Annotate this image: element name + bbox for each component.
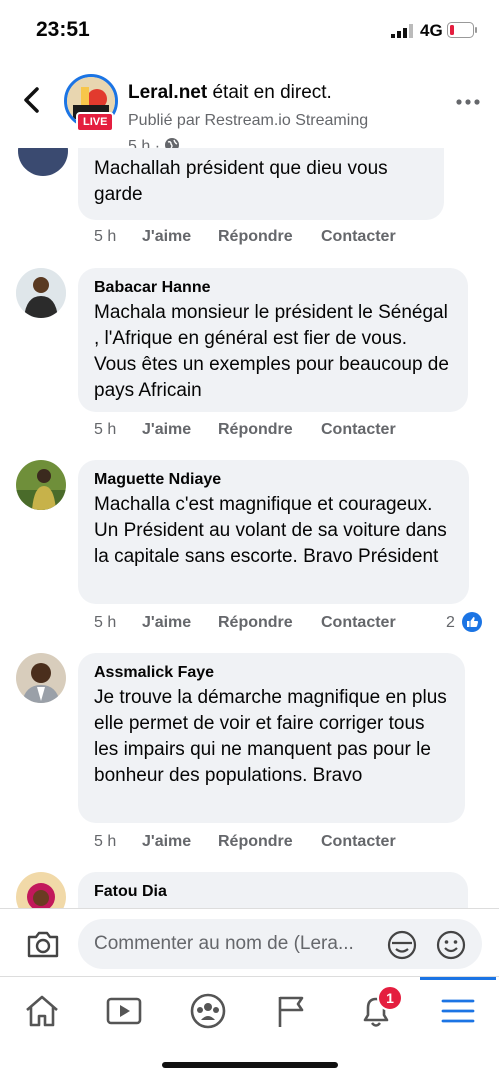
comment-avatar[interactable] xyxy=(16,872,66,908)
comment-bubble: Fatou Dia xyxy=(78,872,468,908)
title-suffix: était en direct. xyxy=(207,82,332,103)
post-title: Leral.net était en direct. xyxy=(128,82,332,104)
comment-bubble: Maguette Ndiaye Machalla c'est magnifiqu… xyxy=(78,460,469,604)
contact-button[interactable]: Contacter xyxy=(321,421,396,439)
like-button[interactable]: J'aime xyxy=(142,228,191,246)
like-reaction-icon xyxy=(462,612,482,632)
camera-icon[interactable] xyxy=(26,929,60,959)
like-button[interactable]: J'aime xyxy=(142,833,191,851)
person-photo-icon xyxy=(16,268,66,318)
status-bar: 23:51 4G xyxy=(0,0,499,62)
comment-time: 5 h xyxy=(94,614,117,631)
comment-author[interactable]: Assmalick Faye xyxy=(94,663,449,683)
network-type: 4G xyxy=(420,21,443,40)
person-photo-icon xyxy=(16,460,66,510)
page-name[interactable]: Leral.net xyxy=(128,82,207,103)
contact-button[interactable]: Contacter xyxy=(321,614,396,632)
contact-button[interactable]: Contacter xyxy=(321,833,396,851)
comment-avatar[interactable] xyxy=(18,148,68,176)
person-photo-icon xyxy=(16,653,66,703)
signal-icon xyxy=(391,24,413,38)
comment-author[interactable]: Fatou Dia xyxy=(94,882,452,902)
more-options-icon[interactable] xyxy=(456,98,480,106)
menu-icon[interactable] xyxy=(438,993,478,1029)
like-button[interactable]: J'aime xyxy=(142,614,191,632)
comment-text: Machala monsieur le président le Sénégal… xyxy=(94,302,449,401)
comment-input[interactable]: Commenter au nom de (Lera... xyxy=(78,919,482,969)
comment-bubble: Assmalick Faye Je trouve la démarche mag… xyxy=(78,653,465,823)
comment-text: Machallah président que dieu vous xyxy=(94,158,388,179)
comment-avatar[interactable] xyxy=(16,460,66,510)
comment-time: 5 h xyxy=(94,421,117,438)
home-icon[interactable] xyxy=(22,993,62,1029)
groups-icon[interactable] xyxy=(188,993,228,1029)
comments-list[interactable]: Machallah président que dieu vous garde … xyxy=(0,148,499,908)
pages-flag-icon[interactable] xyxy=(272,993,312,1029)
person-photo-icon xyxy=(16,872,66,908)
home-indicator xyxy=(162,1062,338,1068)
nav-selected-indicator xyxy=(420,977,496,980)
notifications-badge: 1 xyxy=(377,985,403,1011)
comment-author[interactable]: Babacar Hanne xyxy=(94,278,452,298)
reply-button[interactable]: Répondre xyxy=(218,421,293,439)
comment-time: 5 h xyxy=(94,228,117,245)
watch-icon[interactable] xyxy=(104,993,144,1029)
comment-avatar[interactable] xyxy=(16,653,66,703)
comment-avatar[interactable] xyxy=(16,268,66,318)
post-header: LIVE Leral.net était en direct. Publié p… xyxy=(0,62,499,162)
status-time: 23:51 xyxy=(36,18,90,41)
reply-button[interactable]: Répondre xyxy=(218,228,293,246)
comment-bubble: Machallah président que dieu vous garde xyxy=(78,148,444,220)
comment-time: 5 h xyxy=(94,833,117,850)
avatar-sticker-icon[interactable] xyxy=(386,929,418,961)
battery-icon xyxy=(447,22,477,38)
back-arrow-icon[interactable] xyxy=(20,86,44,114)
comment-composer: Commenter au nom de (Lera... xyxy=(0,908,499,977)
contact-button[interactable]: Contacter xyxy=(321,228,396,246)
live-badge: LIVE xyxy=(76,112,115,132)
reply-button[interactable]: Répondre xyxy=(218,833,293,851)
emoji-icon[interactable] xyxy=(435,929,467,961)
comment-text-continued: garde xyxy=(94,184,143,205)
comment-text: Je trouve la démarche magnifique en plus… xyxy=(94,687,447,786)
comment-placeholder: Commenter au nom de (Lera... xyxy=(94,933,354,954)
comment-bubble: Babacar Hanne Machala monsieur le présid… xyxy=(78,268,468,412)
post-subtitle: Publié par Restream.io Streaming xyxy=(128,112,369,129)
comment-text: Machalla c'est magnifique et courageux. … xyxy=(94,494,447,567)
reply-button[interactable]: Répondre xyxy=(218,614,293,632)
like-button[interactable]: J'aime xyxy=(142,421,191,439)
comment-author[interactable]: Maguette Ndiaye xyxy=(94,470,453,490)
reaction-count[interactable]: 2 xyxy=(446,614,455,632)
